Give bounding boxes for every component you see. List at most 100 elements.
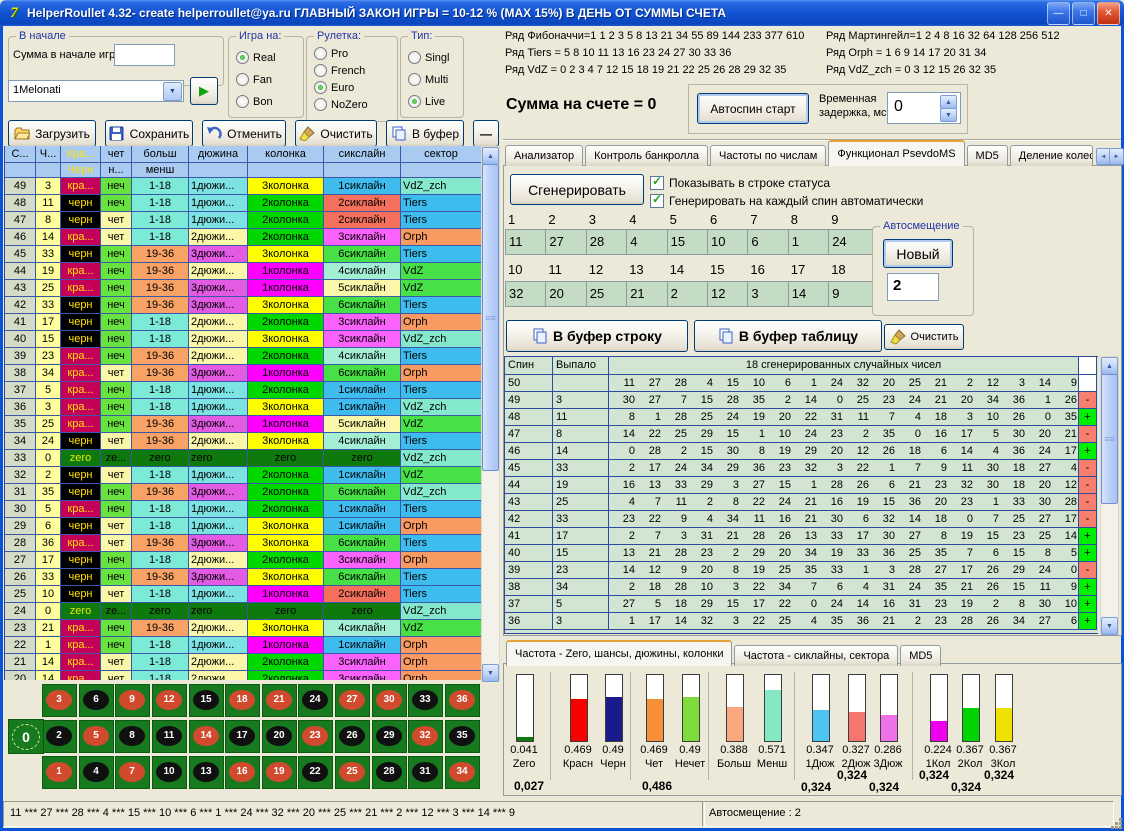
board-cell-9[interactable]: 9 — [115, 684, 150, 717]
table-row[interactable]: 46140282153081929201226186144362417+ — [505, 443, 1098, 460]
collapse-panel-button[interactable]: — — [473, 120, 499, 147]
table-row[interactable]: 2633черннеч19-363дюжи...3колонка6сиклайн… — [5, 569, 482, 586]
board-cell-16[interactable]: 16 — [225, 756, 260, 789]
table-row[interactable]: 2321кра...неч19-362дюжи...3колонка4сикла… — [5, 620, 482, 637]
freq-tab-sixlines-sectors[interactable]: Частота - сиклайны, сектора — [734, 645, 898, 666]
table-row[interactable]: 49330277152835214025232421203436126- — [505, 392, 1098, 409]
table-row[interactable]: 4614кра...чет1-182дюжи...2колонка3сиклай… — [5, 229, 482, 246]
table-row[interactable]: 2717черннеч1-182дюжи...2колонка3сиклайнO… — [5, 552, 482, 569]
minimize-button[interactable]: — — [1047, 2, 1070, 25]
table-row[interactable]: 37527518291517220241416312319283010+ — [505, 596, 1098, 613]
board-cell-19[interactable]: 19 — [262, 756, 297, 789]
board-cell-11[interactable]: 11 — [152, 720, 187, 753]
radio-option-french[interactable]: French — [314, 64, 365, 77]
table-row[interactable]: 411727331212826133317302781915232514+ — [505, 528, 1098, 545]
radio-option-fan[interactable]: Fan — [236, 73, 272, 86]
board-cell-1[interactable]: 1 — [42, 756, 77, 789]
scroll-down-button[interactable]: ▼ — [482, 664, 499, 682]
table-row[interactable]: 4419кра...неч19-362дюжи...1колонка4сикла… — [5, 263, 482, 280]
table-row[interactable]: 4117черннеч1-182дюжи...2колонка3сиклайнO… — [5, 314, 482, 331]
spin-table-scrollbar[interactable]: ▲ ≡≡ ▼ — [1100, 356, 1119, 635]
delay-up-button[interactable]: ▲ — [940, 95, 957, 109]
toolbar-button-clean[interactable]: Очистить — [295, 120, 377, 147]
table-row[interactable]: 4325кра...неч19-363дюжи...1колонка5сикла… — [5, 280, 482, 297]
table-row[interactable]: 4533черннеч19-363дюжи...3колонка6сиклайн… — [5, 246, 482, 263]
radio-option-pro[interactable]: Pro — [314, 47, 348, 60]
board-cell-zero[interactable]: 0 — [8, 719, 44, 754]
board-cell-14[interactable]: 14 — [189, 720, 224, 753]
radio-option-singl[interactable]: Singl — [408, 51, 449, 64]
table-row[interactable]: 42332322943411162130632141807252717- — [505, 511, 1098, 528]
board-cell-26[interactable]: 26 — [335, 720, 370, 753]
scroll-up-button[interactable]: ▲ — [1101, 357, 1118, 375]
board-cell-28[interactable]: 28 — [372, 756, 407, 789]
table-row[interactable]: 2510чернчет1-181дюжи...1колонка2сиклайнT… — [5, 586, 482, 603]
board-cell-12[interactable]: 12 — [152, 684, 187, 717]
board-cell-6[interactable]: 6 — [79, 684, 114, 717]
table-row[interactable]: 43254711282224211619153620231333028- — [505, 494, 1098, 511]
tab-анализатор[interactable]: Анализатор — [505, 145, 583, 166]
board-cell-29[interactable]: 29 — [372, 720, 407, 753]
generate-button[interactable]: Сгенерировать — [510, 174, 644, 205]
board-cell-25[interactable]: 25 — [335, 756, 370, 789]
board-cell-24[interactable]: 24 — [298, 684, 333, 717]
scroll-up-button[interactable]: ▲ — [482, 147, 499, 165]
table-row[interactable]: 493кра...неч1-181дюжи...3колонка1сиклайн… — [5, 178, 482, 195]
radio-option-euro[interactable]: Euro — [314, 81, 354, 94]
board-cell-5[interactable]: 5 — [79, 720, 114, 753]
clear-generated-button[interactable]: Очистить — [884, 324, 964, 350]
board-cell-27[interactable]: 27 — [335, 684, 370, 717]
history-scrollbar[interactable]: ▲ ≡≡ ▼ — [481, 146, 500, 682]
board-cell-7[interactable]: 7 — [115, 756, 150, 789]
table-row[interactable]: 3631171432322254353621223282634276+ — [505, 613, 1098, 630]
table-row[interactable]: 330zeroze...zerozerozerozeroVdZ_zch — [5, 450, 482, 467]
board-cell-36[interactable]: 36 — [445, 684, 480, 717]
combo-dropdown-button[interactable]: ▼ — [163, 82, 182, 101]
toolbar-button-undo[interactable]: Отменить — [202, 120, 286, 147]
autoshift-input[interactable]: 2 — [887, 273, 939, 301]
tab-md5[interactable]: MD5 — [967, 145, 1008, 166]
close-button[interactable]: ✕ — [1097, 2, 1120, 25]
board-cell-20[interactable]: 20 — [262, 720, 297, 753]
tab-деление-колеса-на[interactable]: Деление колеса на — [1010, 145, 1093, 166]
toolbar-button-save[interactable]: Сохранить — [105, 120, 193, 147]
start-sum-input[interactable] — [114, 44, 175, 66]
board-cell-4[interactable]: 4 — [79, 756, 114, 789]
table-row[interactable]: 40151321282322920341933362535761585+ — [505, 545, 1098, 562]
radio-option-bon[interactable]: Bon — [236, 95, 273, 108]
copy-row-button[interactable]: В буфер строку — [506, 320, 688, 352]
board-cell-15[interactable]: 15 — [189, 684, 224, 717]
radio-option-multi[interactable]: Multi — [408, 73, 448, 86]
board-cell-22[interactable]: 22 — [298, 756, 333, 789]
table-row[interactable]: 221кра...неч1-181дюжи...1колонка1сиклайн… — [5, 637, 482, 654]
scrollbar-thumb[interactable]: ≡≡ — [482, 164, 499, 471]
board-cell-35[interactable]: 35 — [445, 720, 480, 753]
maximize-button[interactable]: □ — [1072, 2, 1095, 25]
autoshift-new-button[interactable]: Новый — [883, 239, 953, 268]
table-row[interactable]: 3834218281032234764312435212615119+ — [505, 579, 1098, 596]
radio-option-real[interactable]: Real — [236, 51, 276, 64]
table-row[interactable]: 363кра...неч1-181дюжи...3колонка1сиклайн… — [5, 399, 482, 416]
autospin-start-button[interactable]: Автоспин старт — [697, 93, 809, 124]
delay-spinner[interactable]: 0 ▲ ▼ — [887, 92, 961, 124]
radio-option-live[interactable]: Live — [408, 95, 445, 108]
board-cell-2[interactable]: 2 — [42, 720, 77, 753]
scrollbar-thumb[interactable]: ≡≡ — [1101, 374, 1118, 504]
table-row[interactable]: 39231412920819253533132827172629240- — [505, 562, 1098, 579]
table-row[interactable]: 2836кра...чет19-363дюжи...3колонка6сикла… — [5, 535, 482, 552]
table-row[interactable]: 4811черннеч1-181дюжи...2колонка2сиклайнT… — [5, 195, 482, 212]
table-row[interactable]: 4533217243429362332322179113018274- — [505, 460, 1098, 477]
table-row[interactable]: 4233черннеч19-363дюжи...3колонка6сиклайн… — [5, 297, 482, 314]
board-cell-10[interactable]: 10 — [152, 756, 187, 789]
table-row[interactable]: 3834кра...чет19-363дюжи...1колонка6сикла… — [5, 365, 482, 382]
table-row[interactable]: 2014кра...чет1-182дюжи...2колонка3сиклай… — [5, 671, 482, 680]
tab-функционал-psevdoms[interactable]: Функционал PsevdoMS — [828, 140, 964, 166]
board-cell-21[interactable]: 21 — [262, 684, 297, 717]
tabs-scroll-right-button[interactable]: ► — [1109, 148, 1124, 165]
table-row[interactable]: 4419161333293271512826621233230182012- — [505, 477, 1098, 494]
table-row[interactable]: 305кра...неч1-181дюжи...2колонка1сиклайн… — [5, 501, 482, 518]
resize-grip[interactable] — [1115, 822, 1118, 825]
board-cell-33[interactable]: 33 — [408, 684, 443, 717]
table-row[interactable]: 3135черннеч19-363дюжи...2колонка6сиклайн… — [5, 484, 482, 501]
table-row[interactable]: 322чернчет1-181дюжи...2колонка1сиклайнVd… — [5, 467, 482, 484]
